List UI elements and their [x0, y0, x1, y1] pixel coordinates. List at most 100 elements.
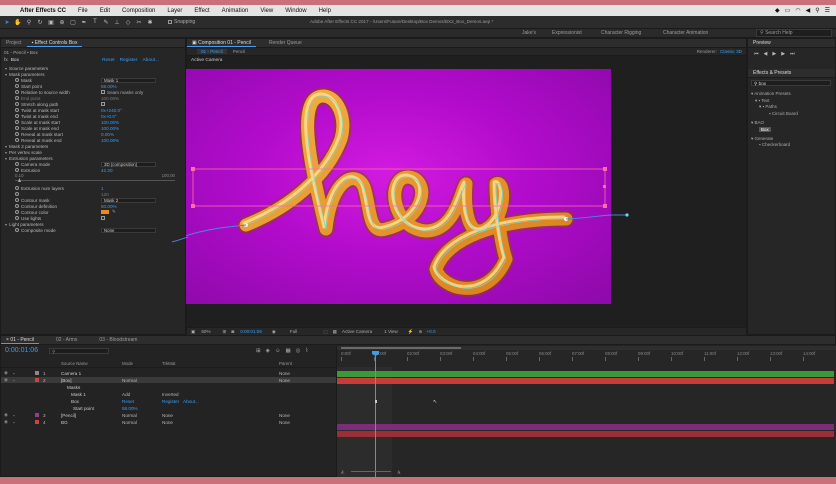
grid-icon[interactable]: ⊞ [223, 329, 227, 335]
stopwatch-icon[interactable] [15, 209, 19, 214]
selection-tool-icon[interactable]: ➤ [3, 18, 11, 26]
layer-parent[interactable]: None [279, 371, 290, 376]
mask-handle[interactable] [603, 204, 607, 208]
snapping-checkbox[interactable] [168, 20, 172, 24]
menu-window[interactable]: Window [279, 8, 312, 14]
layer-name[interactable]: Box [71, 399, 79, 404]
stopwatch-icon[interactable] [15, 119, 19, 124]
mask-handle[interactable] [603, 185, 606, 188]
tab-effect-controls[interactable]: ▪ Effect Controls Box [26, 40, 83, 47]
composition-viewer[interactable]: hey [186, 69, 611, 304]
camera-icon[interactable]: ◉ [272, 329, 276, 335]
zoom-in-icon[interactable]: ◮ [397, 469, 400, 475]
layer-trkmat[interactable]: None [162, 420, 173, 425]
layer-trkmat[interactable]: Register [162, 399, 179, 404]
pen-tool-icon[interactable]: ✒ [80, 18, 88, 26]
color-swatch[interactable]: ✎ [101, 209, 116, 214]
layer-parent[interactable]: None [279, 420, 290, 425]
layer-mode[interactable]: Normal [122, 413, 137, 418]
mask-handle[interactable] [191, 167, 195, 171]
volume-icon[interactable]: ◀ [806, 7, 811, 14]
layer-mode[interactable]: Reset [122, 399, 134, 404]
stopwatch-icon[interactable] [15, 125, 19, 130]
checkbox-icon[interactable] [101, 102, 105, 106]
reset-link[interactable]: Reset [102, 58, 115, 63]
always-preview-icon[interactable]: ▣ [191, 329, 195, 335]
layer-row[interactable]: ◉ ▪ 3 [Pencil] Normal None None [1, 412, 336, 418]
clone-tool-icon[interactable]: ⊥ [113, 18, 121, 26]
rectangle-tool-icon[interactable]: ▢ [69, 18, 77, 26]
param-group-text[interactable]: Light parameters [9, 222, 43, 227]
menu-help[interactable]: Help [313, 8, 337, 14]
layer-row[interactable]: Mask 1 Add Inverted [1, 391, 336, 397]
keyframe-marker[interactable] [375, 400, 377, 403]
visibility-icon[interactable]: ◉ [4, 377, 8, 383]
view-layout-dropdown[interactable]: 1 View [384, 329, 398, 334]
tab-composition[interactable]: ▣ Composition 01 - Pencil [187, 40, 256, 47]
stopwatch-icon[interactable] [15, 161, 19, 166]
tab-timeline-pencil[interactable]: × 01 - Pencil [1, 337, 39, 344]
search-icon[interactable]: ⚲ [815, 7, 819, 14]
stopwatch-icon[interactable] [15, 77, 19, 82]
layer-mode[interactable]: Normal [122, 420, 137, 425]
layer-name[interactable]: [Pencil] [61, 413, 76, 418]
lock-icon[interactable]: ▪ [13, 371, 15, 376]
timeline-zoom-bar[interactable]: ◭ ◮ [337, 469, 834, 475]
stopwatch-icon[interactable] [15, 227, 19, 232]
tab-timeline-bloodstream[interactable]: 03 - Bloodstream [94, 337, 142, 343]
mask-handle[interactable] [191, 204, 195, 208]
layer-parent[interactable]: About... [183, 399, 199, 404]
stopwatch-icon[interactable] [15, 131, 19, 136]
visibility-icon[interactable]: ◉ [4, 412, 8, 418]
camera-layer-bar[interactable] [337, 371, 834, 377]
next-frame-icon[interactable]: ▶ [781, 51, 785, 57]
layer-color-label[interactable] [35, 378, 39, 382]
layer-row[interactable]: Box Reset Register About... [1, 398, 336, 404]
type-tool-icon[interactable]: T [91, 18, 99, 26]
checkbox-icon[interactable] [101, 90, 105, 94]
param-group-text[interactable]: Mask 2 parameters [9, 144, 48, 149]
first-frame-icon[interactable]: ⏮ [754, 51, 759, 57]
menu-app-name[interactable]: After Effects CC [14, 8, 72, 14]
layer-mode[interactable]: 58.00% [122, 406, 138, 411]
zoom-dropdown[interactable]: 50% [201, 329, 210, 334]
param-value[interactable]: 100.00% [101, 120, 119, 125]
shy-icon[interactable]: ☺ [275, 348, 281, 354]
zoom-out-icon[interactable]: ◭ [341, 469, 344, 475]
param-checkbox[interactable] [101, 216, 107, 220]
layer-row[interactable]: ◉ ▪ 2 [Box] Normal None [1, 377, 336, 383]
box-layer-bar[interactable] [337, 378, 834, 384]
param-checkbox[interactable] [101, 102, 107, 106]
brush-tool-icon[interactable]: ✎ [102, 18, 110, 26]
timeline-timecode[interactable]: 0:00:01:06 [5, 347, 38, 354]
layer-color-label[interactable] [35, 413, 39, 417]
menu-file[interactable]: File [72, 8, 94, 14]
lock-icon[interactable]: ▪ [13, 413, 15, 418]
stopwatch-icon[interactable] [15, 137, 19, 142]
snapshot-icon[interactable]: ◙ [231, 329, 234, 334]
layer-row[interactable]: Masks [1, 384, 336, 390]
workspace-expressionist[interactable]: Expressionist [545, 30, 589, 36]
timeline-search[interactable]: ⚲ [49, 348, 109, 354]
stopwatch-icon[interactable] [15, 101, 19, 106]
tab-timeline-arms[interactable]: 02 - Arms [51, 337, 82, 343]
menu-animation[interactable]: Animation [216, 8, 255, 14]
stopwatch-icon[interactable] [15, 167, 19, 172]
tree-text[interactable]: ▾ ▪ Text [751, 98, 798, 105]
time-ruler[interactable]: 0:00f 01:00f 02:00f 03:00f 04:00f 05:00f 06:00… [337, 351, 836, 361]
layer-parent[interactable]: None [279, 413, 290, 418]
transparency-icon[interactable]: ▦ [333, 329, 337, 335]
motion-blur-icon[interactable]: ◎ [296, 348, 301, 354]
search-help-field[interactable]: ⚲ Search Help [756, 29, 832, 37]
layer-trkmat[interactable]: None [162, 413, 173, 418]
dropbox-icon[interactable]: ◆ [775, 7, 780, 14]
layer-name[interactable]: [Box] [61, 378, 71, 383]
stopwatch-icon[interactable] [15, 89, 19, 94]
layer-mode[interactable]: Add [122, 392, 130, 397]
about-link[interactable]: About... [142, 58, 159, 63]
workspace-character-rigging[interactable]: Character Rigging [594, 30, 648, 36]
rotate-tool-icon[interactable]: ↻ [36, 18, 44, 26]
param-group-text[interactable]: Extrusion parameters [9, 156, 53, 161]
menu-effect[interactable]: Effect [188, 8, 215, 14]
play-icon[interactable]: ▶ [772, 51, 776, 57]
